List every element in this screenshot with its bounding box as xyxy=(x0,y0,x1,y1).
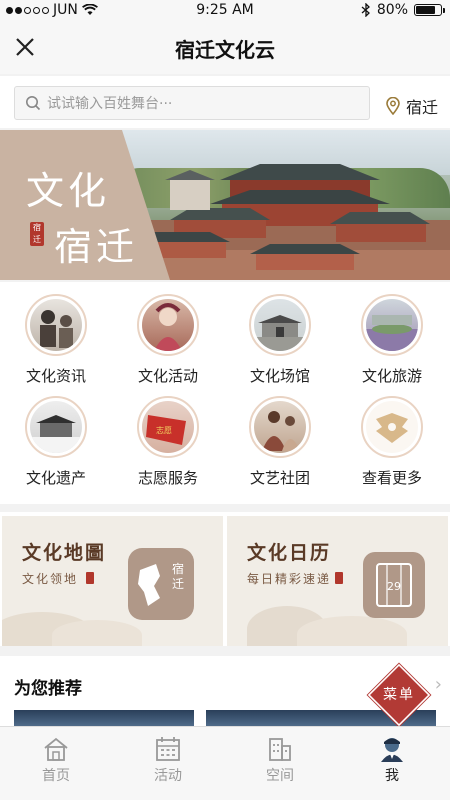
category-travel[interactable]: 文化旅游 xyxy=(336,294,448,386)
tab-bar: 首页 活动 空间 我 xyxy=(0,726,450,800)
menu-button[interactable]: 菜单 xyxy=(366,662,432,728)
category-label: 文化旅游 xyxy=(361,367,422,385)
chevron-right-icon[interactable]: › xyxy=(435,674,442,695)
travel-photo-icon xyxy=(366,299,418,351)
tab-label: 活动 xyxy=(154,768,182,784)
category-label: 文化场馆 xyxy=(249,367,310,385)
card-seal xyxy=(335,572,343,584)
hero-banner[interactable]: 文化 宿迁 宿迁 xyxy=(0,130,450,280)
tab-me[interactable]: 我 xyxy=(336,735,448,785)
user-icon xyxy=(381,738,403,762)
category-activity[interactable]: 文化活动 xyxy=(112,294,224,386)
nav-bar: 宿迁文化云 xyxy=(0,22,450,74)
bluetooth-icon xyxy=(361,3,370,17)
card-title: 文化地圖 xyxy=(22,542,107,564)
category-more[interactable]: 查看更多 xyxy=(336,396,448,488)
search-placeholder: 试试输入百姓舞台··· xyxy=(47,96,173,112)
card-subtitle: 每日精彩速递 xyxy=(247,572,332,586)
tab-activity[interactable]: 活动 xyxy=(112,735,224,785)
home-icon xyxy=(44,737,68,761)
calendar-badge-label: 29 xyxy=(387,580,401,593)
tab-label: 空间 xyxy=(266,768,294,784)
banner-title-line1: 文化 xyxy=(26,169,111,213)
section-title: 为您推荐 xyxy=(14,679,82,699)
status-bar: JUN 9:25 AM 80% xyxy=(0,0,450,22)
location-pin-icon xyxy=(386,97,400,115)
tab-label: 首页 xyxy=(42,768,70,784)
banner-seal: 宿迁 xyxy=(30,222,44,246)
svg-text:志愿: 志愿 xyxy=(156,425,172,435)
category-grid: 文化资讯 文化活动 文化场馆 文化旅游 文化遗产 志愿 志愿服务 文艺社团 查看… xyxy=(0,282,450,504)
location-label: 宿迁 xyxy=(405,98,438,117)
culture-map-card[interactable]: 文化地圖 文化领地 宿迁 xyxy=(2,516,223,646)
troupe-photo-icon xyxy=(254,401,306,453)
category-label: 文化资讯 xyxy=(25,367,86,385)
category-label: 志愿服务 xyxy=(137,469,198,487)
category-news[interactable]: 文化资讯 xyxy=(0,294,112,386)
category-heritage[interactable]: 文化遗产 xyxy=(0,396,112,488)
category-label: 文艺社团 xyxy=(249,469,310,487)
category-label: 文化活动 xyxy=(137,367,198,385)
opera-photo-icon xyxy=(142,299,194,351)
volunteer-flag-icon: 志愿 xyxy=(142,401,194,453)
battery-icon xyxy=(414,4,445,16)
more-emblem-icon xyxy=(366,401,418,453)
search-input[interactable]: 试试输入百姓舞台··· xyxy=(14,86,370,120)
category-volunteer[interactable]: 志愿 志愿服务 xyxy=(112,396,224,488)
search-row: 试试输入百姓舞台··· 宿迁 xyxy=(0,76,450,128)
category-label: 查看更多 xyxy=(361,469,422,487)
recommend-thumbnail[interactable] xyxy=(14,710,194,726)
battery-percent: 80% xyxy=(376,2,408,18)
page-title: 宿迁文化云 xyxy=(175,38,275,62)
heritage-photo-icon xyxy=(30,401,82,453)
category-troupe[interactable]: 文艺社团 xyxy=(224,396,336,488)
card-title: 文化日历 xyxy=(247,542,332,564)
location-selector[interactable]: 宿迁 xyxy=(386,94,438,118)
feature-cards: 文化地圖 文化领地 宿迁 文化日历 每日精彩速递 29 xyxy=(0,512,450,646)
tab-space[interactable]: 空间 xyxy=(224,735,336,785)
building-icon xyxy=(269,738,291,761)
category-label: 文化遗产 xyxy=(25,469,86,487)
map-badge-label: 宿迁 xyxy=(172,562,185,591)
calendar-icon xyxy=(156,737,180,761)
culture-calendar-card[interactable]: 文化日历 每日精彩速递 29 xyxy=(227,516,448,646)
tab-label: 我 xyxy=(385,768,399,784)
card-seal xyxy=(86,572,94,584)
search-icon xyxy=(26,96,41,111)
venue-photo-icon xyxy=(254,299,306,351)
banner-title-line2: 宿迁 xyxy=(54,225,139,269)
card-subtitle: 文化领地 xyxy=(22,572,79,586)
menu-button-label: 菜单 xyxy=(383,687,415,703)
category-venue[interactable]: 文化场馆 xyxy=(224,294,336,386)
news-photo-icon xyxy=(30,299,82,351)
tab-home[interactable]: 首页 xyxy=(0,735,112,785)
